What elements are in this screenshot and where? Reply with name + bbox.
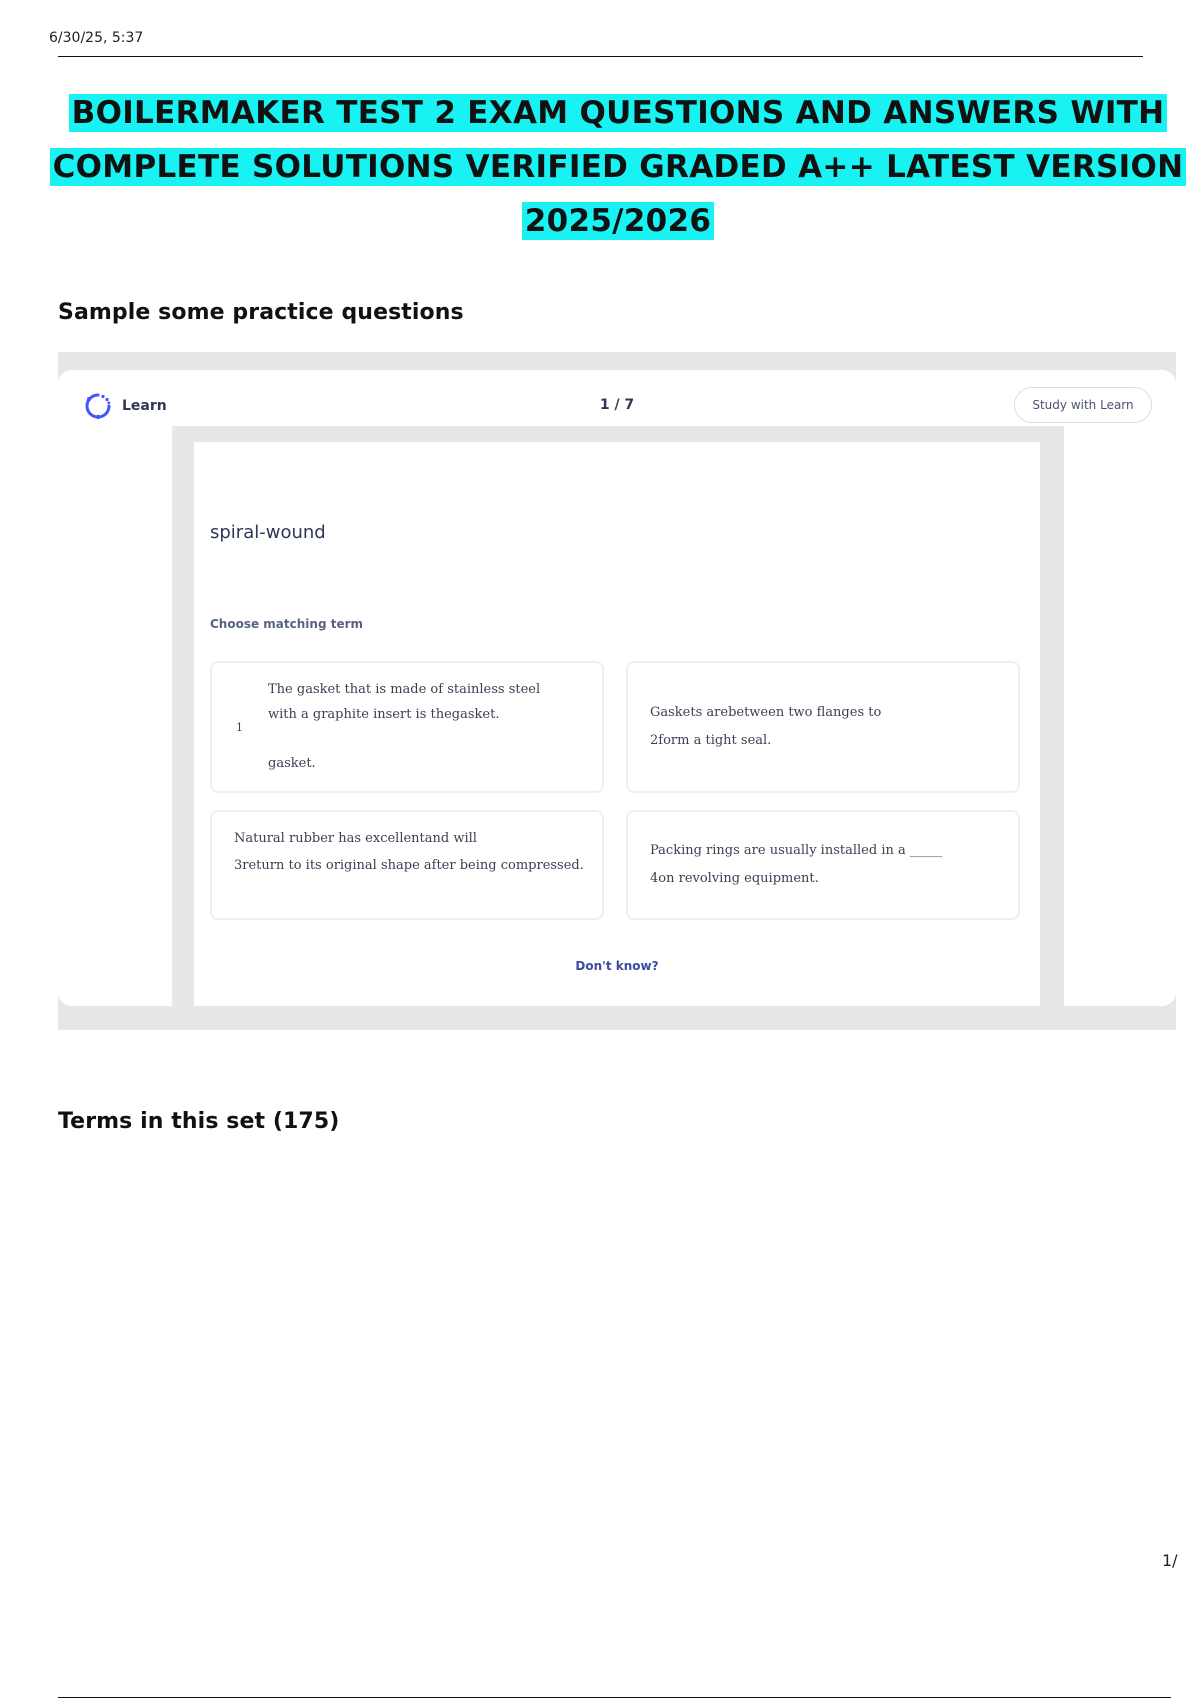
option-text-line: The gasket that is made of stainless ste… — [268, 682, 541, 697]
title-line-2: COMPLETE SOLUTIONS VERIFIED GRADED A++ L… — [49, 148, 1187, 186]
answer-option-4[interactable]: Packing rings are usually installed in a… — [626, 810, 1020, 920]
print-timestamp: 6/30/25, 5:37 — [49, 30, 144, 46]
footer-divider — [58, 1697, 1171, 1698]
prompt-term: spiral-wound — [210, 522, 326, 543]
option-text-line: 2form a tight seal. — [650, 733, 772, 748]
choose-label: Choose matching term — [210, 617, 364, 631]
terms-heading: Terms in this set (175) — [58, 1109, 340, 1134]
dont-know-link[interactable]: Don't know? — [194, 959, 1040, 973]
option-text-line: with a graphite insert is thegasket. — [268, 707, 500, 722]
option-text-line: Packing rings are usually installed in a… — [650, 843, 943, 858]
title-line-1: BOILERMAKER TEST 2 EXAM QUESTIONS AND AN… — [68, 94, 1168, 132]
option-text-line: gasket. — [268, 756, 316, 771]
header-divider — [58, 56, 1143, 57]
learn-widget-card: Learn 1 / 7 Study with Learn spiral-woun… — [58, 370, 1176, 1006]
document-title: BOILERMAKER TEST 2 EXAM QUESTIONS AND AN… — [40, 86, 1196, 248]
option-text-line: Gaskets arebetween two flanges to — [650, 705, 882, 720]
title-line-3: 2025/2026 — [521, 202, 715, 240]
option-text-line: Natural rubber has excellentand will — [234, 831, 477, 846]
learn-widget-frame: Learn 1 / 7 Study with Learn spiral-woun… — [58, 352, 1176, 1030]
question-counter: 1 / 7 — [599, 397, 635, 413]
option-text-line: 3return to its original shape after bein… — [234, 858, 584, 873]
page-number: 1/ — [1162, 1551, 1178, 1570]
option-number: 1 — [236, 721, 243, 734]
study-with-learn-button[interactable]: Study with Learn — [1014, 387, 1152, 423]
answer-option-1[interactable]: 1 The gasket that is made of stainless s… — [210, 661, 604, 793]
answer-option-3[interactable]: Natural rubber has excellentand will 3re… — [210, 810, 604, 920]
answer-option-2[interactable]: Gaskets arebetween two flanges to 2form … — [626, 661, 1020, 793]
practice-heading: Sample some practice questions — [58, 300, 464, 325]
option-text-line: 4on revolving equipment. — [650, 871, 819, 886]
question-panel: spiral-wound Choose matching term 1 The … — [194, 442, 1040, 1006]
